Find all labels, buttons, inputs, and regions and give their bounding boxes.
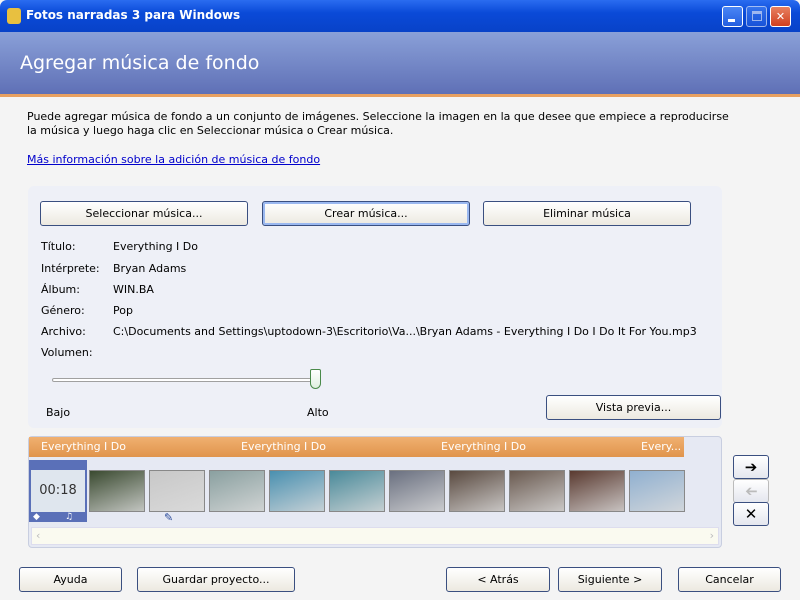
create-music-button[interactable]: Crear música... [262, 201, 470, 226]
select-music-button[interactable]: Seleccionar música... [40, 201, 248, 226]
timeline: Everything I Do Everything I Do Everythi… [28, 436, 722, 548]
timeline-scrollbar[interactable]: ‹ › [31, 527, 719, 545]
frame-duration: 00:18 [31, 470, 85, 512]
title-value: Everything I Do [113, 240, 198, 253]
volume-slider-track[interactable] [52, 378, 318, 382]
album-value: WIN.BA [113, 283, 154, 296]
photo-thumbnail[interactable] [149, 470, 205, 512]
intro-text-1: Puede agregar música de fondo a un conju… [27, 110, 729, 123]
track-label: Every... [641, 440, 682, 453]
volume-label: Volumen: [41, 346, 93, 359]
move-right-button[interactable]: ➔ [733, 455, 769, 479]
music-track: Everything I Do Everything I Do Everythi… [29, 437, 684, 457]
photo-thumbnail[interactable] [449, 470, 505, 512]
photo-thumbnail[interactable] [269, 470, 325, 512]
scroll-right-icon[interactable]: › [710, 529, 714, 542]
track-label: Everything I Do [41, 440, 126, 453]
cancel-button[interactable]: Cancelar [678, 567, 781, 592]
photo-thumbnail[interactable] [509, 470, 565, 512]
artist-label: Intérprete: [41, 262, 100, 275]
close-button[interactable]: ✕ [770, 6, 791, 27]
minimize-button[interactable] [722, 6, 743, 27]
save-project-button[interactable]: Guardar proyecto... [137, 567, 295, 592]
album-label: Álbum: [41, 283, 80, 296]
music-note-icon: ♫ [65, 512, 74, 522]
page-header: Agregar música de fondo [0, 32, 800, 97]
preview-button[interactable]: Vista previa... [546, 395, 721, 420]
artist-value: Bryan Adams [113, 262, 187, 275]
genre-value: Pop [113, 304, 133, 317]
app-icon [7, 8, 21, 24]
delete-button[interactable]: ✕ [733, 502, 769, 526]
window-title: Fotos narradas 3 para Windows [26, 8, 241, 22]
page-title: Agregar música de fondo [20, 52, 260, 74]
title-bar: Fotos narradas 3 para Windows ✕ [0, 0, 800, 32]
photo-thumbnail[interactable] [629, 470, 685, 512]
scroll-left-icon[interactable]: ‹ [36, 529, 40, 542]
photo-thumbnail[interactable] [329, 470, 385, 512]
photo-thumbnail[interactable] [89, 470, 145, 512]
volume-high-label: Alto [307, 406, 329, 419]
photo-thumbnail[interactable] [569, 470, 625, 512]
help-button[interactable]: Ayuda [19, 567, 122, 592]
remove-music-button[interactable]: Eliminar música [483, 201, 691, 226]
back-button[interactable]: < Atrás [446, 567, 550, 592]
volume-low-label: Bajo [46, 406, 71, 419]
volume-slider-thumb[interactable] [310, 369, 321, 389]
more-info-link[interactable]: Más información sobre la adición de músi… [27, 153, 320, 166]
photo-thumbnail[interactable] [389, 470, 445, 512]
move-left-button[interactable]: ➔ [733, 479, 769, 503]
narration-icon: ◆ [33, 512, 40, 522]
photo-thumbnail[interactable] [209, 470, 265, 512]
maximize-button[interactable] [746, 6, 767, 27]
track-label: Everything I Do [441, 440, 526, 453]
next-button[interactable]: Siguiente > [558, 567, 662, 592]
file-label: Archivo: [41, 325, 86, 338]
title-label: Título: [41, 240, 76, 253]
intro-text-2: la música y luego haga clic en Seleccion… [27, 124, 394, 137]
genre-label: Género: [41, 304, 85, 317]
edit-icon: ✎ [164, 511, 174, 524]
selected-frame[interactable]: 00:18 ◆ ♫ [29, 460, 87, 522]
file-value: C:\Documents and Settings\uptodown-3\Esc… [113, 325, 697, 338]
track-label: Everything I Do [241, 440, 326, 453]
